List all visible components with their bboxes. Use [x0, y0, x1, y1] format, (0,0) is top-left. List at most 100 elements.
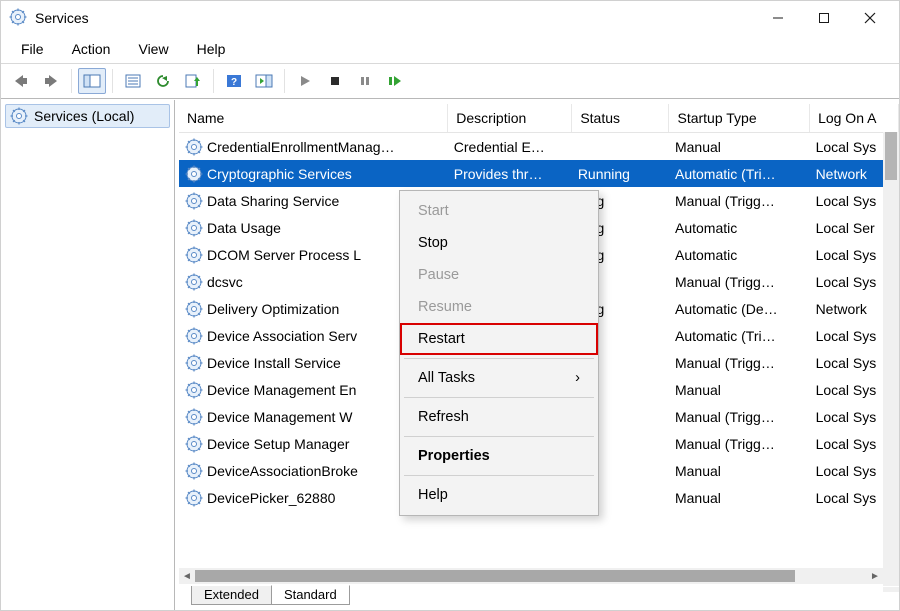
service-icon: [185, 165, 203, 183]
column-header-description[interactable]: Description: [448, 104, 572, 133]
service-name: Device Setup Manager: [207, 436, 349, 452]
show-hide-action-pane-button[interactable]: [250, 68, 278, 94]
toolbar: ?: [1, 63, 899, 99]
service-icon: [185, 381, 203, 399]
maximize-button[interactable]: [801, 2, 847, 34]
menu-action[interactable]: Action: [58, 39, 125, 59]
svg-text:?: ?: [231, 77, 237, 88]
horizontal-scrollbar[interactable]: ◄ ►: [179, 568, 883, 584]
nav-back-button[interactable]: [7, 68, 35, 94]
service-startup-type: Automatic (De…: [669, 295, 810, 322]
tree-root-label: Services (Local): [34, 108, 134, 124]
submenu-arrow-icon: ›: [575, 370, 580, 386]
service-description: Provides thr…: [448, 160, 572, 187]
ctx-all-tasks[interactable]: All Tasks ›: [400, 362, 598, 394]
service-name: Data Sharing Service: [207, 193, 339, 209]
export-list-button[interactable]: [179, 68, 207, 94]
context-menu: Start Stop Pause Resume Restart All Task…: [399, 190, 599, 516]
service-startup-type: Manual (Trigg…: [669, 403, 810, 430]
service-row[interactable]: CredentialEnrollmentManag… Credential E… M…: [179, 133, 899, 161]
ctx-separator: [404, 397, 594, 398]
horizontal-scroll-thumb[interactable]: [195, 570, 795, 582]
pause-service-button[interactable]: [351, 68, 379, 94]
service-row[interactable]: Cryptographic ServicesProvides thr…Runni…: [179, 160, 899, 187]
service-startup-type: Manual (Trigg…: [669, 268, 810, 295]
service-name: Delivery Optimization: [207, 301, 339, 317]
restart-service-button[interactable]: [381, 68, 409, 94]
ctx-pause[interactable]: Pause: [400, 259, 598, 291]
ctx-properties[interactable]: Properties: [400, 440, 598, 472]
service-name: DevicePicker_62880: [207, 490, 335, 506]
refresh-button[interactable]: [149, 68, 177, 94]
service-icon: [185, 435, 203, 453]
service-status: Running: [572, 160, 669, 187]
hscroll-left-arrow[interactable]: ◄: [179, 568, 195, 584]
ctx-help[interactable]: Help: [400, 479, 598, 511]
stop-service-button[interactable]: [321, 68, 349, 94]
service-icon: [185, 408, 203, 426]
column-header-status[interactable]: Status: [572, 104, 669, 133]
tree-root-services-local[interactable]: Services (Local): [5, 104, 170, 128]
window-titlebar: Services: [1, 1, 899, 35]
service-icon: [185, 489, 203, 507]
service-icon: [185, 327, 203, 345]
service-name: Device Install Service: [207, 355, 341, 371]
service-name: Device Association Serv: [207, 328, 357, 344]
service-description: Credential E…: [448, 133, 572, 161]
service-icon: [185, 219, 203, 237]
service-name: Data Usage: [207, 220, 281, 236]
close-button[interactable]: [847, 2, 893, 34]
service-startup-type: Manual: [669, 376, 810, 403]
service-startup-type: Manual: [669, 484, 810, 511]
service-startup-type: Manual: [669, 457, 810, 484]
menu-file[interactable]: File: [7, 39, 58, 59]
menu-view[interactable]: View: [124, 39, 182, 59]
ctx-restart[interactable]: Restart: [400, 323, 598, 355]
start-service-button[interactable]: [291, 68, 319, 94]
service-startup-type: Manual: [669, 133, 810, 161]
service-startup-type: Manual (Trigg…: [669, 349, 810, 376]
ctx-start[interactable]: Start: [400, 195, 598, 227]
ctx-all-tasks-label: All Tasks: [418, 370, 475, 386]
help-button[interactable]: ?: [220, 68, 248, 94]
service-icon: [185, 138, 203, 156]
service-name: CredentialEnrollmentManag…: [207, 139, 395, 155]
service-startup-type: Automatic (Tri…: [669, 160, 810, 187]
ctx-stop[interactable]: Stop: [400, 227, 598, 259]
view-tabs: Extended Standard: [179, 586, 899, 610]
minimize-button[interactable]: [755, 2, 801, 34]
ctx-refresh[interactable]: Refresh: [400, 401, 598, 433]
service-startup-type: Manual (Trigg…: [669, 187, 810, 214]
service-startup-type: Automatic: [669, 241, 810, 268]
service-icon: [185, 246, 203, 264]
service-status: [572, 133, 669, 161]
hscroll-right-arrow[interactable]: ►: [867, 568, 883, 584]
vertical-scrollbar[interactable]: [883, 132, 899, 592]
service-name: DeviceAssociationBroke: [207, 463, 358, 479]
service-icon: [185, 192, 203, 210]
service-name: Device Management En: [207, 382, 356, 398]
service-name: DCOM Server Process L: [207, 247, 361, 263]
service-icon: [185, 354, 203, 372]
app-icon: [9, 8, 27, 29]
show-hide-tree-button[interactable]: [78, 68, 106, 94]
column-header-name[interactable]: Name: [179, 104, 448, 133]
tab-extended[interactable]: Extended: [191, 586, 272, 605]
navigation-pane: Services (Local): [1, 100, 175, 610]
ctx-separator: [404, 475, 594, 476]
service-name: Device Management W: [207, 409, 353, 425]
vertical-scroll-thumb[interactable]: [885, 132, 897, 180]
service-startup-type: Automatic: [669, 214, 810, 241]
column-header-startup-type[interactable]: Startup Type: [669, 104, 810, 133]
menu-help[interactable]: Help: [183, 39, 240, 59]
service-startup-type: Automatic (Tri…: [669, 322, 810, 349]
nav-forward-button[interactable]: [37, 68, 65, 94]
window-title: Services: [35, 10, 755, 26]
ctx-resume[interactable]: Resume: [400, 291, 598, 323]
column-header-logon-as[interactable]: Log On A: [810, 104, 899, 133]
service-icon: [185, 273, 203, 291]
tab-standard[interactable]: Standard: [271, 585, 350, 605]
ctx-separator: [404, 358, 594, 359]
service-name: dcsvc: [207, 274, 243, 290]
properties-button[interactable]: [119, 68, 147, 94]
